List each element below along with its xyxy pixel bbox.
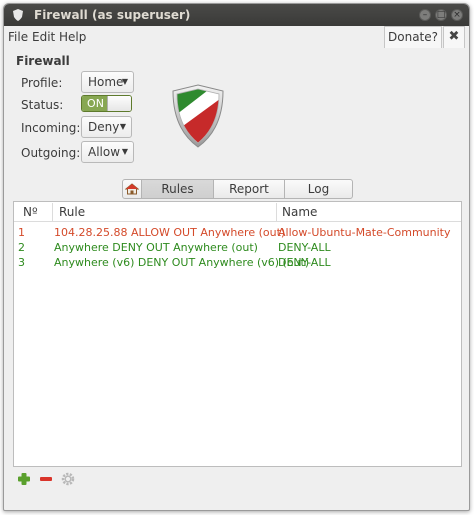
chevron-down-icon: ▼ — [119, 122, 126, 131]
rule-num: 2 — [18, 241, 25, 254]
chevron-down-icon: ▼ — [121, 147, 128, 156]
status-switch[interactable]: ON — [81, 95, 132, 112]
rule-text: 104.28.25.88 ALLOW OUT Anywhere (out) — [54, 226, 286, 239]
menu-help[interactable]: Help — [59, 30, 86, 44]
table-row[interactable]: 2 Anywhere DENY OUT Anywhere (out) DENY-… — [14, 240, 461, 255]
profile-label: Profile: — [21, 76, 63, 90]
rule-text: Anywhere DENY OUT Anywhere (out) — [54, 241, 258, 254]
column-header-rule[interactable]: Rule — [59, 202, 85, 222]
menu-file[interactable]: File — [8, 30, 28, 44]
incoming-label: Incoming: — [21, 121, 81, 135]
close-button[interactable]: × — [451, 9, 463, 21]
outgoing-combo[interactable]: Allow ▼ — [81, 141, 134, 163]
status-value: ON — [82, 96, 109, 111]
plus-icon[interactable] — [16, 472, 32, 486]
tab-home[interactable] — [123, 180, 141, 198]
view-tabbar: Rules Report Log — [122, 179, 353, 199]
profile-combo[interactable]: Home ▼ — [81, 71, 134, 93]
table-row[interactable]: 1 104.28.25.88 ALLOW OUT Anywhere (out) … — [14, 225, 461, 240]
switch-knob — [107, 96, 131, 111]
app-window: Firewall (as superuser) – □ × File Edit … — [3, 3, 470, 511]
column-header-num[interactable]: Nº — [23, 202, 38, 222]
profile-value: Home — [88, 75, 124, 89]
table-row[interactable]: 3 Anywhere (v6) DENY OUT Anywhere (v6) (… — [14, 255, 461, 270]
incoming-combo[interactable]: Deny ▼ — [81, 116, 132, 138]
window-title: Firewall (as superuser) — [34, 8, 191, 22]
outgoing-label: Outgoing: — [21, 146, 81, 160]
tab-report[interactable]: Report — [213, 180, 284, 198]
chevron-down-icon: ▼ — [121, 77, 128, 86]
incoming-value: Deny — [88, 120, 120, 134]
rules-header: Nº Rule Name — [14, 202, 461, 222]
app-icon — [13, 9, 23, 21]
donate-close-button[interactable]: ✖ — [443, 26, 465, 48]
menu-edit[interactable]: Edit — [32, 30, 55, 44]
column-divider — [52, 203, 53, 221]
outgoing-value: Allow — [88, 145, 121, 159]
rule-name: DENY-ALL — [278, 241, 331, 254]
tab-rules[interactable]: Rules — [141, 180, 213, 198]
rule-name: Allow-Ubuntu-Mate-Community — [278, 226, 451, 239]
title-bar[interactable]: Firewall (as superuser) – □ × — [4, 4, 469, 26]
status-label: Status: — [21, 98, 64, 112]
rule-text: Anywhere (v6) DENY OUT Anywhere (v6) (ou… — [54, 256, 310, 269]
rule-num: 3 — [18, 256, 25, 269]
minus-icon[interactable] — [38, 472, 54, 486]
donate-tab[interactable]: Donate? — [384, 26, 442, 48]
rule-name: DENY-ALL — [278, 256, 331, 269]
rules-table[interactable]: Nº Rule Name 1 104.28.25.88 ALLOW OUT An… — [13, 201, 462, 467]
minimize-button[interactable]: – — [419, 9, 431, 21]
column-header-name[interactable]: Name — [282, 202, 317, 222]
rule-num: 1 — [18, 226, 25, 239]
section-title: Firewall — [16, 54, 70, 68]
column-divider — [276, 203, 277, 221]
maximize-button[interactable]: □ — [435, 9, 447, 21]
firewall-shield-icon — [172, 84, 224, 148]
home-icon — [124, 183, 140, 195]
tab-log[interactable]: Log — [284, 180, 352, 198]
gear-icon[interactable] — [60, 472, 76, 486]
